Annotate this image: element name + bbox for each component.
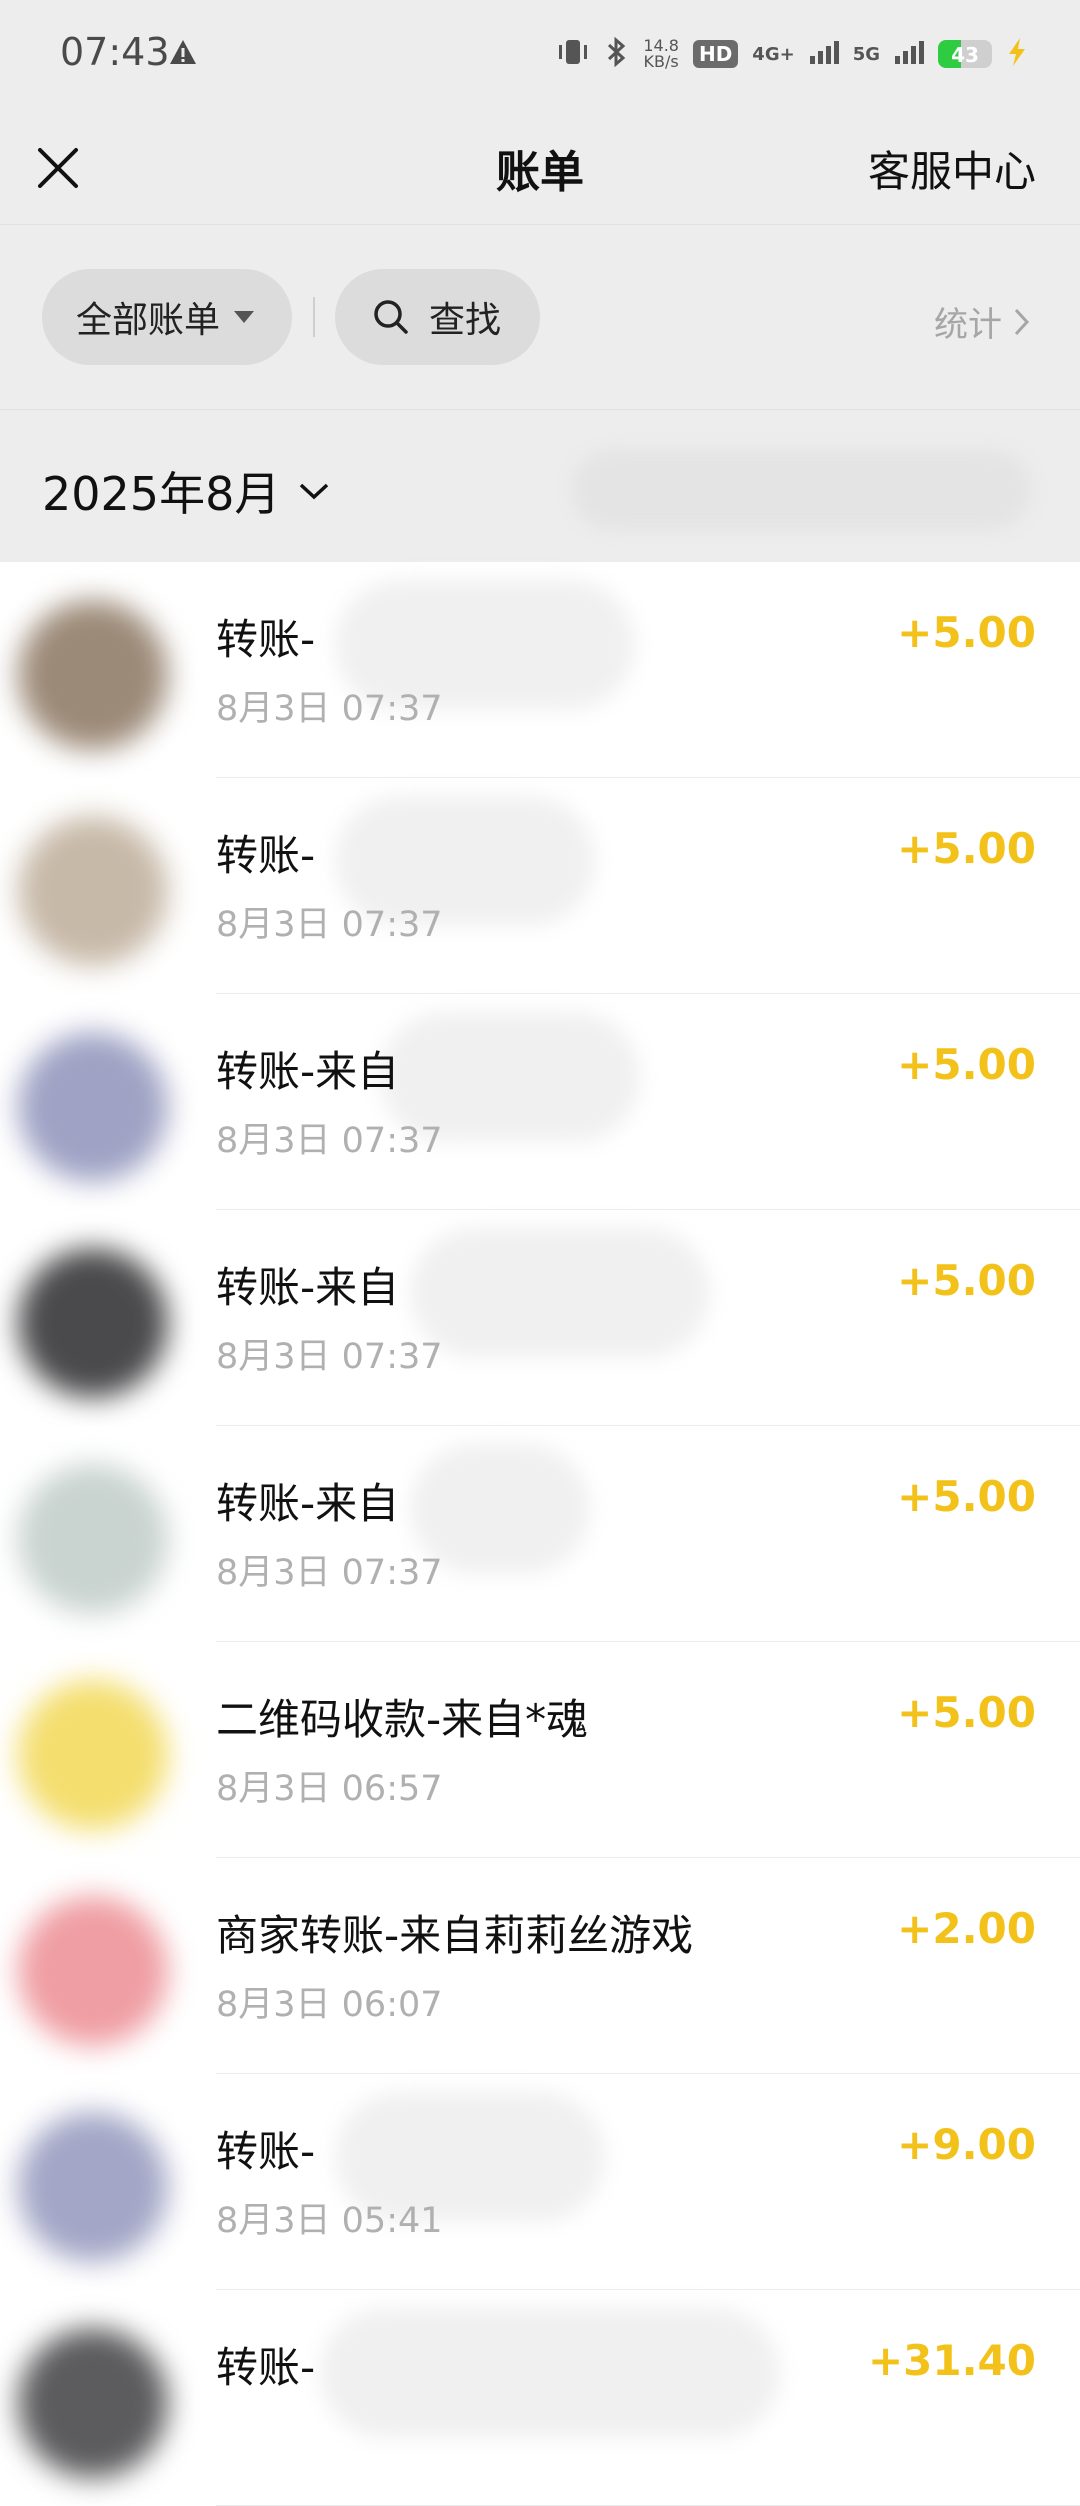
caret-down-icon: [234, 311, 255, 323]
avatar: [18, 816, 168, 966]
filter-divider: [313, 297, 315, 337]
search-label: 查找: [429, 300, 502, 341]
network-5g: 5G: [852, 43, 880, 65]
hd-badge: HD: [692, 40, 739, 68]
transaction-row[interactable]: 转账-来自 8月3日 07:37 +5.00: [0, 994, 1080, 1210]
transaction-list: 转账- 8月3日 07:37 +5.00 转账- 8月3日 07:37 +5.0…: [0, 562, 1080, 2506]
status-time: 07:43: [60, 30, 170, 74]
transaction-time: 8月3日 07:37: [216, 1121, 443, 1161]
transaction-amount: +5.00: [897, 1256, 1036, 1305]
vibrate-icon: [555, 37, 591, 71]
stats-link[interactable]: 统计: [934, 297, 1032, 346]
transaction-row[interactable]: 商家转账-来自莉莉丝游戏 8月3日 06:07 +2.00: [0, 1858, 1080, 2074]
transaction-title: 商家转账-来自莉莉丝游戏: [216, 1911, 694, 1960]
all-bills-dropdown[interactable]: 全部账单: [42, 269, 292, 365]
transaction-amount: +5.00: [897, 824, 1036, 873]
transaction-time: 8月3日 06:57: [216, 1769, 443, 1809]
transaction-time: 8月3日 07:37: [216, 1337, 443, 1377]
chevron-right-icon: [1014, 308, 1030, 335]
transaction-time: 8月3日 05:41: [216, 2201, 443, 2241]
charging-icon: [1006, 37, 1028, 71]
all-bills-label: 全部账单: [76, 300, 221, 341]
transaction-row[interactable]: 转账- +31.40: [0, 2290, 1080, 2506]
transaction-time: 8月3日 07:37: [216, 1553, 443, 1593]
transaction-amount: +5.00: [897, 1472, 1036, 1521]
transaction-row[interactable]: 转账-来自 8月3日 07:37 +5.00: [0, 1426, 1080, 1642]
blurred-summary: [572, 450, 1032, 530]
speed-unit: KB/s: [643, 52, 679, 71]
avatar: [18, 2328, 168, 2478]
bluetooth-icon: [605, 36, 629, 72]
transaction-title: 转账-来自: [216, 1263, 400, 1312]
transaction-row[interactable]: 转账- 8月3日 07:37 +5.00: [0, 562, 1080, 778]
transaction-amount: +5.00: [897, 1040, 1036, 1089]
transaction-amount: +5.00: [897, 1688, 1036, 1737]
search-icon: [374, 300, 408, 334]
transaction-title: 转账-: [216, 2343, 316, 2392]
battery-icon: 43: [938, 40, 992, 68]
customer-service-link[interactable]: 客服中心: [868, 138, 1036, 199]
avatar: [18, 1248, 168, 1398]
filter-bar: 全部账单 查找 统计: [0, 225, 1080, 410]
nav-bar: 账单 客服中心: [0, 110, 1080, 225]
transaction-time: 8月3日 07:37: [216, 689, 443, 729]
transaction-amount: +9.00: [897, 2120, 1036, 2169]
transaction-row[interactable]: 转账- 8月3日 07:37 +5.00: [0, 778, 1080, 994]
avatar: [18, 1464, 168, 1614]
transaction-time: 8月3日 07:37: [216, 905, 443, 945]
battery-percent: 43: [951, 43, 979, 67]
avatar: [18, 1032, 168, 1182]
search-button[interactable]: 查找: [335, 269, 540, 365]
transaction-row[interactable]: 转账- 8月3日 05:41 +9.00: [0, 2074, 1080, 2290]
avatar: [18, 2112, 168, 2262]
transaction-time: 8月3日 06:07: [216, 1985, 443, 2025]
avatar: [18, 600, 168, 750]
transaction-row[interactable]: 二维码收款-来自*魂 8月3日 06:57 +5.00: [0, 1642, 1080, 1858]
warning-icon: [168, 38, 198, 70]
chevron-down-icon: [300, 483, 329, 500]
transaction-title: 转账-来自: [216, 1479, 400, 1528]
stats-label: 统计: [934, 305, 1002, 345]
transaction-title: 二维码收款-来自*魂: [216, 1695, 589, 1744]
blur-mask: [410, 1228, 710, 1358]
signal-icon: [809, 40, 839, 68]
status-bar: 07:43 14.8 KB/s HD 4G+ 5G 43: [0, 0, 1080, 110]
avatar: [18, 1896, 168, 2046]
blur-mask: [320, 2308, 780, 2438]
transaction-amount: +2.00: [897, 1904, 1036, 1953]
avatar: [18, 1680, 168, 1830]
month-label: 2025年8月: [42, 467, 281, 521]
transaction-title: 转账-: [216, 831, 316, 880]
transaction-title: 转账-来自: [216, 1047, 400, 1096]
transaction-title: 转账-: [216, 615, 316, 664]
month-selector[interactable]: 2025年8月: [42, 458, 330, 524]
transaction-row[interactable]: 转账-来自 8月3日 07:37 +5.00: [0, 1210, 1080, 1426]
network-speed: 14.8 KB/s: [643, 38, 679, 70]
signal-icon-2: [894, 40, 924, 68]
transaction-title: 转账-: [216, 2127, 316, 2176]
transaction-amount: +5.00: [897, 608, 1036, 657]
status-icons: 14.8 KB/s HD 4G+ 5G 43: [555, 36, 1028, 72]
month-header: 2025年8月: [0, 410, 1080, 562]
transaction-amount: +31.40: [867, 2336, 1036, 2385]
network-4g: 4G+: [752, 43, 795, 65]
